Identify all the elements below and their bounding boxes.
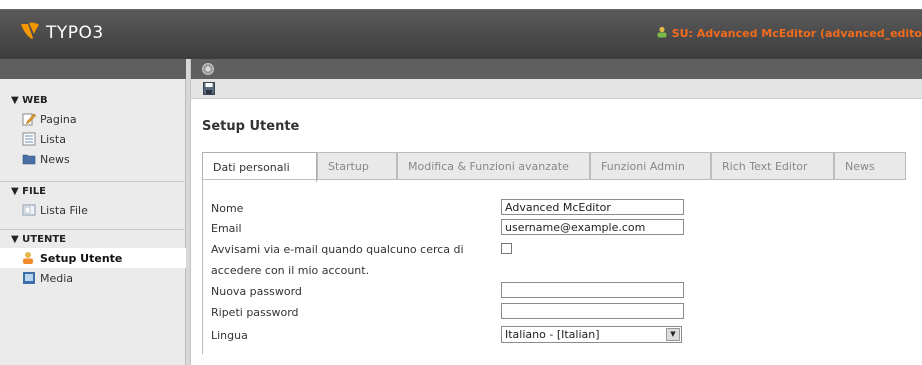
doc-header (191, 59, 922, 79)
window-top-margin (0, 0, 922, 9)
tab-startup[interactable]: Startup (317, 152, 397, 180)
help-icon[interactable] (202, 63, 214, 78)
page-title: Setup Utente (202, 119, 300, 134)
doc-toolbar (191, 79, 922, 99)
section-file: ▼ FILE Lista File (0, 181, 186, 220)
sidebar-item-label: Setup Utente (40, 251, 123, 265)
repeat-password-label: Ripeti password (211, 306, 299, 319)
top-bar: TYPO3 SU: Advanced McEditor (advanced_ed… (0, 9, 922, 59)
section-title[interactable]: ▼ UTENTE (0, 232, 186, 248)
sidebar-item-label: Lista (40, 132, 66, 146)
section-utente: ▼ UTENTE Setup Utente Media (0, 229, 186, 288)
sidebar-item-news[interactable]: News (0, 149, 186, 169)
sidebar-item-setup-utente[interactable]: Setup Utente (0, 248, 186, 268)
email-label: Email (211, 222, 242, 235)
sidebar-item-label: News (40, 152, 70, 166)
sidebar-item-label: Lista File (40, 203, 88, 217)
repeat-password-field[interactable] (501, 303, 684, 319)
list-icon (22, 132, 36, 146)
module-menu: ▼ WEB Pagina Lista News ▼ FILE Lista Fil… (0, 59, 186, 365)
sidebar-item-lista[interactable]: Lista (0, 129, 186, 149)
page-pencil-icon (22, 112, 36, 126)
user-setup-icon (22, 251, 36, 265)
lingua-select[interactable]: Italiano - [Italian] ▼ (501, 326, 682, 343)
section-title[interactable]: ▼ FILE (0, 184, 186, 200)
module-menu-header (0, 59, 186, 79)
panel-splitter[interactable] (186, 59, 191, 365)
folder-icon (22, 152, 36, 166)
media-icon (22, 271, 36, 285)
switch-user-indicator[interactable]: SU: Advanced McEditor (advanced_edito (656, 26, 922, 41)
lingua-selected-value: Italiano - [Italian] (505, 328, 600, 341)
sidebar-item-lista-file[interactable]: Lista File (0, 200, 186, 220)
tab-dati-personali[interactable]: Dati personali (202, 152, 317, 182)
tab-modifica-funzioni-avanzate[interactable]: Modifica & Funzioni avanzate (397, 152, 590, 180)
notify-checkbox[interactable] (501, 243, 512, 254)
sidebar-item-label: Pagina (40, 112, 77, 126)
tab-bar: Dati personali Startup Modifica & Funzio… (202, 152, 906, 182)
section-title[interactable]: ▼ WEB (0, 93, 186, 109)
tab-news[interactable]: News (834, 152, 906, 180)
file-list-icon (22, 203, 36, 217)
nome-field[interactable] (501, 199, 684, 215)
sidebar-item-pagina[interactable]: Pagina (0, 109, 186, 129)
notify-label-line2: accedere con il mio account. (211, 264, 370, 277)
tab-funzioni-admin[interactable]: Funzioni Admin (590, 152, 711, 180)
typo3-logo-icon (20, 22, 40, 43)
tab-rich-text-editor[interactable]: Rich Text Editor (711, 152, 834, 180)
user-icon (656, 26, 668, 41)
new-password-field[interactable] (501, 282, 684, 298)
new-password-label: Nuova password (211, 285, 302, 298)
sidebar-item-label: Media (40, 271, 74, 285)
typo3-logo[interactable]: TYPO3 (20, 22, 104, 43)
nome-label: Nome (211, 202, 244, 215)
lingua-label: Lingua (211, 329, 248, 342)
email-field[interactable] (501, 219, 684, 235)
save-icon[interactable] (203, 82, 215, 98)
notify-label-line1: Avvisami via e-mail quando qualcuno cerc… (211, 243, 464, 256)
chevron-down-icon[interactable]: ▼ (666, 328, 680, 341)
section-web: ▼ WEB Pagina Lista News (0, 93, 186, 169)
logo-text: TYPO3 (46, 22, 104, 43)
sidebar-item-media[interactable]: Media (0, 268, 186, 288)
su-username: SU: Advanced McEditor (advanced_edito (671, 27, 922, 40)
